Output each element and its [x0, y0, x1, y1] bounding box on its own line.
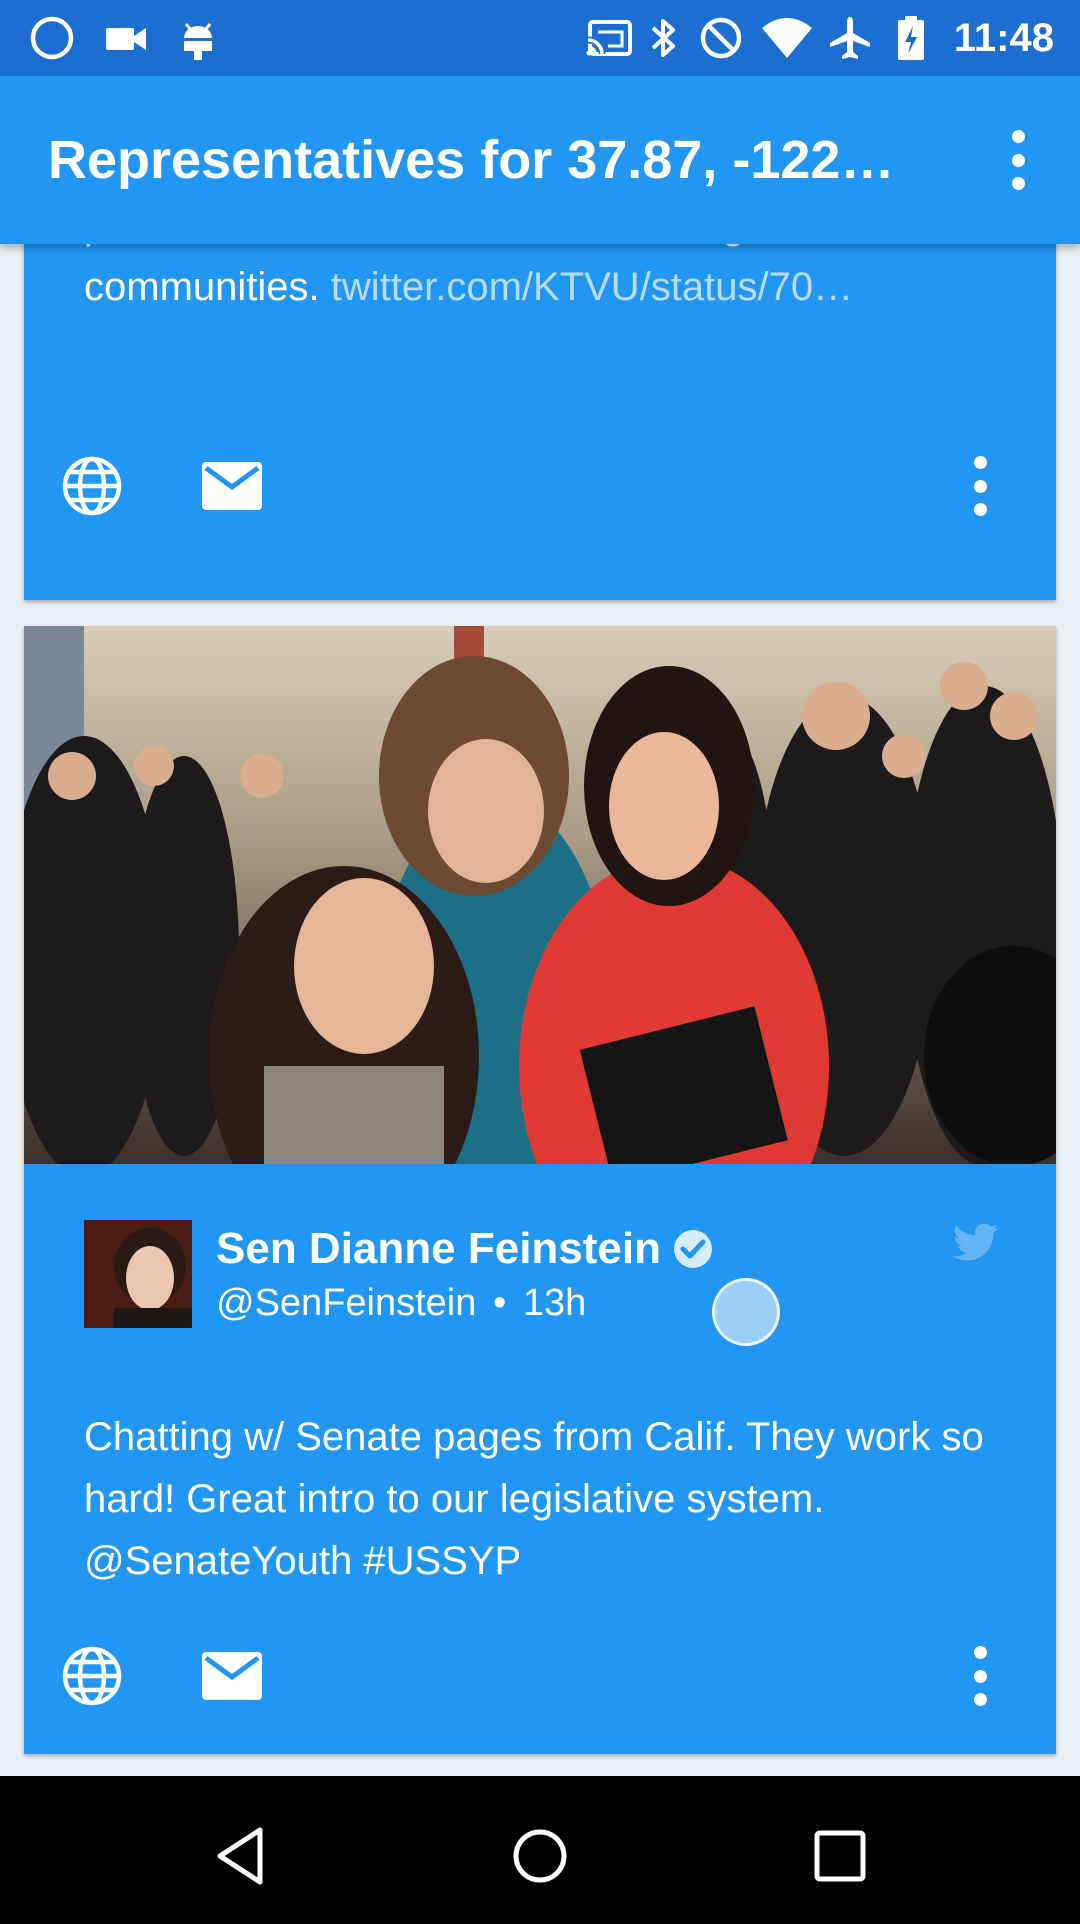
android-debug-icon [178, 14, 218, 62]
email-icon[interactable] [192, 446, 272, 526]
status-bar: 11:48 [0, 0, 1080, 76]
touch-indicator [712, 1278, 780, 1346]
author-handle: @SenFeinstein • 13h [216, 1282, 587, 1324]
globe-icon[interactable] [52, 1636, 132, 1716]
tweet-list[interactable]: provide assistance to our crab fishing c… [0, 244, 1080, 1776]
more-vert-icon[interactable] [960, 456, 1000, 516]
airplane-mode-icon [826, 14, 874, 62]
status-time: 11:48 [953, 16, 1054, 60]
home-icon[interactable] [500, 1816, 580, 1896]
tweet-time: 13h [522, 1282, 587, 1324]
more-vert-icon[interactable] [960, 1646, 1000, 1706]
tweet-photo[interactable] [24, 626, 1056, 1164]
app-bar: Representatives for 37.87, -122… [0, 76, 1080, 244]
bluetooth-icon [648, 14, 678, 62]
page-title: Representatives for 37.87, -122… [48, 130, 895, 190]
tweet-card[interactable]: provide assistance to our crab fishing c… [24, 244, 1056, 600]
recents-icon[interactable] [800, 1816, 880, 1896]
tweet-text: Chatting w/ Senate pages from Calif. The… [84, 1415, 984, 1583]
avatar[interactable] [84, 1220, 192, 1328]
card-actions [24, 1636, 1056, 1716]
email-icon[interactable] [192, 1636, 272, 1716]
video-camera-icon [104, 14, 148, 62]
navigation-bar [0, 1776, 1080, 1924]
circle-icon [28, 14, 76, 62]
tweet-text: provide assistance to our crab fishing c… [84, 244, 854, 309]
globe-icon[interactable] [52, 446, 132, 526]
battery-charging-icon [896, 14, 926, 62]
verified-badge-icon [671, 1227, 715, 1271]
tweet-card[interactable]: Sen Dianne Feinstein @SenFeinstein • 13h… [24, 626, 1056, 1754]
more-vert-icon[interactable] [998, 130, 1038, 190]
do-not-disturb-icon [698, 14, 744, 62]
back-icon[interactable] [200, 1816, 280, 1896]
wifi-icon [760, 14, 814, 62]
author-name[interactable]: Sen Dianne Feinstein [216, 1222, 715, 1276]
card-actions [24, 446, 1056, 526]
tweet-link[interactable]: twitter.com/KTVU/status/70… [331, 265, 853, 309]
twitter-bird-icon [952, 1223, 1000, 1269]
cast-icon [584, 14, 636, 62]
